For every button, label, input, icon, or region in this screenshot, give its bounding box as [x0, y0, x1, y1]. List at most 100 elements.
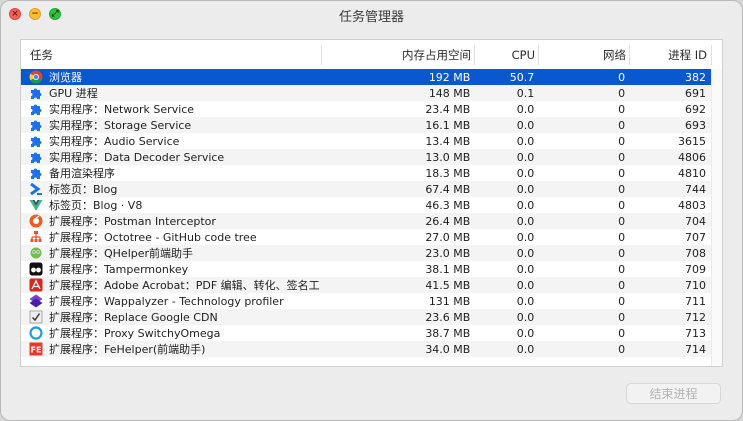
- network-cell: 0: [618, 278, 626, 292]
- pid-cell: 691: [685, 86, 707, 100]
- cpu-cell: 0.0: [516, 310, 535, 324]
- task-cell: 标签页：Blog: [21, 181, 322, 197]
- memory-cell: 13.0 MB: [425, 150, 471, 164]
- memory-cell: 38.7 MB: [425, 326, 471, 340]
- cpu-cell: 50.7: [509, 70, 535, 84]
- pid-cell: 4810: [678, 166, 707, 180]
- task-cell: 备用渲染程序: [21, 165, 322, 181]
- task-cell: 实用程序：Audio Service: [21, 133, 322, 149]
- puzzle-icon: [29, 166, 43, 180]
- task-name: 浏览器: [49, 71, 82, 84]
- table-row[interactable]: 扩展程序：Wappalyzer - Technology profiler 131…: [21, 293, 711, 309]
- network-cell: 0: [618, 214, 626, 228]
- table-row[interactable]: 备用渲染程序 18.3 MB 0.0 0 4810: [21, 165, 711, 181]
- pid-cell: 3615: [678, 134, 707, 148]
- network-cell: 0: [618, 150, 626, 164]
- vue-icon: [29, 198, 43, 212]
- table-row[interactable]: GPU 进程 148 MB 0.1 0 691: [21, 85, 711, 101]
- column-header-cpu[interactable]: CPU: [475, 45, 539, 65]
- cpu-cell: 0.1: [516, 86, 535, 100]
- memory-cell: 46.3 MB: [425, 198, 471, 212]
- pid-cell: 704: [685, 214, 707, 228]
- table-row[interactable]: 实用程序：Data Decoder Service 13.0 MB 0.0 0 4806: [21, 149, 711, 165]
- network-cell: 0: [618, 182, 626, 196]
- table-row[interactable]: 扩展程序：Postman Interceptor 26.4 MB 0.0 0 704: [21, 213, 711, 229]
- table-row[interactable]: 浏览器 192 MB 50.7 0 382: [21, 69, 711, 85]
- task-name: 扩展程序：Postman Interceptor: [49, 215, 216, 228]
- task-cell: 扩展程序：Proxy SwitchyOmega: [21, 325, 322, 341]
- svg-text:FE: FE: [31, 346, 42, 355]
- task-cell: 扩展程序：Adobe Acrobat：PDF 编辑、转化、签名工: [21, 277, 322, 293]
- memory-cell: 131 MB: [428, 294, 471, 308]
- pid-cell: 708: [685, 246, 707, 260]
- task-name: 扩展程序：Wappalyzer - Technology profiler: [49, 295, 284, 308]
- cpu-cell: 0.0: [516, 230, 535, 244]
- task-name: GPU 进程: [49, 87, 98, 100]
- network-cell: 0: [618, 102, 626, 116]
- chrome-icon: [29, 70, 43, 84]
- table-row[interactable]: 扩展程序：Tampermonkey 38.1 MB 0.0 0 709: [21, 261, 711, 277]
- task-name: 备用渲染程序: [49, 167, 115, 180]
- column-header-network[interactable]: 网络: [539, 45, 630, 65]
- process-table: 任务 内存占用空间 CPU 网络 进程 ID 浏览器 192 MB 50.7 0 382…: [20, 39, 723, 367]
- memory-cell: 23.0 MB: [425, 246, 471, 260]
- table-row[interactable]: 扩展程序：Adobe Acrobat：PDF 编辑、转化、签名工 41.5 MB 0…: [21, 277, 711, 293]
- tampermonkey-icon: [29, 262, 43, 276]
- table-row[interactable]: FE 扩展程序：FeHelper(前端助手) 34.0 MB 0.0 0 714: [21, 341, 711, 357]
- memory-cell: 13.4 MB: [425, 134, 471, 148]
- table-row[interactable]: 实用程序：Audio Service 13.4 MB 0.0 0 3615: [21, 133, 711, 149]
- table-row[interactable]: 标签页：Blog · V8 46.3 MB 0.0 0 4803: [21, 197, 711, 213]
- memory-cell: 41.5 MB: [425, 278, 471, 292]
- puzzle-icon: [29, 86, 43, 100]
- task-name: 实用程序：Storage Service: [49, 119, 192, 132]
- cpu-cell: 0.0: [516, 262, 535, 276]
- task-name: 标签页：Blog: [49, 183, 118, 196]
- table-scrollbar[interactable]: [711, 69, 722, 366]
- octotree-icon: [29, 230, 43, 244]
- task-name: 实用程序：Audio Service: [49, 135, 180, 148]
- task-name: 扩展程序：Replace Google CDN: [49, 311, 218, 324]
- table-row[interactable]: 实用程序：Storage Service 16.1 MB 0.0 0 693: [21, 117, 711, 133]
- pid-cell: 712: [685, 310, 707, 324]
- process-rows: 浏览器 192 MB 50.7 0 382 GPU 进程 148 MB 0.1 0 691 实用程序…: [21, 69, 711, 357]
- network-cell: 0: [618, 118, 626, 132]
- cpu-cell: 0.0: [516, 150, 535, 164]
- task-cell: 扩展程序：Wappalyzer - Technology profiler: [21, 293, 322, 309]
- network-cell: 0: [618, 166, 626, 180]
- memory-cell: 192 MB: [428, 70, 471, 84]
- table-row[interactable]: 扩展程序：QHelper前端助手 23.0 MB 0.0 0 708: [21, 245, 711, 261]
- column-header-pid[interactable]: 进程 ID: [630, 45, 712, 65]
- pid-cell: 714: [685, 342, 707, 356]
- qhelper-icon: [29, 246, 43, 260]
- table-row[interactable]: 扩展程序：Replace Google CDN 23.6 MB 0.0 0 712: [21, 309, 711, 325]
- task-name: 扩展程序：Adobe Acrobat：PDF 编辑、转化、签名工: [49, 279, 320, 292]
- acrobat-icon: [29, 278, 43, 292]
- network-cell: 0: [618, 326, 626, 340]
- task-cell: 扩展程序：QHelper前端助手: [21, 245, 322, 261]
- pid-cell: 4803: [678, 198, 707, 212]
- table-row[interactable]: 标签页：Blog 67.4 MB 0.0 0 744: [21, 181, 711, 197]
- memory-cell: 27.0 MB: [425, 230, 471, 244]
- memory-cell: 67.4 MB: [425, 182, 471, 196]
- column-header-task[interactable]: 任务: [21, 45, 322, 65]
- table-row[interactable]: 实用程序：Network Service 23.4 MB 0.0 0 692: [21, 101, 711, 117]
- window-title: 任务管理器: [338, 10, 404, 25]
- end-process-button[interactable]: 结束进程: [626, 383, 721, 404]
- cpu-cell: 0.0: [516, 246, 535, 260]
- task-cell: 扩展程序：Tampermonkey: [21, 261, 322, 277]
- network-cell: 0: [618, 198, 626, 212]
- column-header-memory[interactable]: 内存占用空间: [322, 45, 475, 65]
- network-cell: 0: [618, 86, 626, 100]
- task-name: 扩展程序：Proxy SwitchyOmega: [49, 327, 221, 340]
- cpu-cell: 0.0: [516, 342, 535, 356]
- table-row[interactable]: 扩展程序：Octotree - GitHub code tree 27.0 MB 0…: [21, 229, 711, 245]
- task-name: 扩展程序：Octotree - GitHub code tree: [49, 231, 257, 244]
- table-row[interactable]: 扩展程序：Proxy SwitchyOmega 38.7 MB 0.0 0 713: [21, 325, 711, 341]
- task-name: 扩展程序：Tampermonkey: [49, 263, 189, 276]
- cpu-cell: 0.0: [516, 118, 535, 132]
- task-cell: 实用程序：Network Service: [21, 101, 322, 117]
- pid-cell: 744: [685, 182, 707, 196]
- task-name: 扩展程序：FeHelper(前端助手): [49, 343, 206, 356]
- memory-cell: 23.6 MB: [425, 310, 471, 324]
- cpu-cell: 0.0: [516, 182, 535, 196]
